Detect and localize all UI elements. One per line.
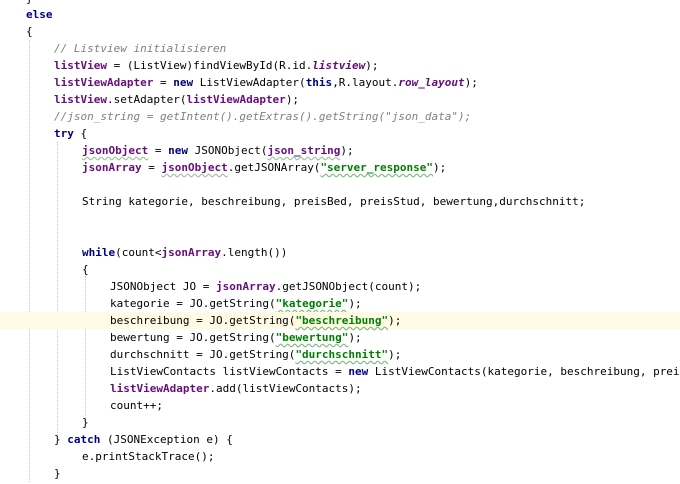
field-ref: listView (54, 93, 107, 106)
code-line[interactable]: JSONObject JO = jsonArray.getJSONObject(… (0, 278, 680, 295)
field-ref: listViewAdapter (110, 382, 210, 395)
comment-text: // Listview initialisieren (54, 42, 227, 55)
code-text: ListViewAdapter( (193, 76, 306, 89)
code-text: ); (340, 144, 354, 157)
code-line[interactable]: listViewAdapter.add(listViewContacts); (0, 380, 680, 397)
code-line[interactable]: bewertung = JO.getString("bewertung"); (0, 329, 680, 346)
code-text: .getJSONArray( (227, 161, 321, 174)
code-text: { (26, 25, 33, 38)
code-text: (count< (115, 246, 162, 259)
string-literal: "bewertung" (275, 331, 349, 344)
code-text: ListViewContacts listViewContacts = (110, 365, 349, 378)
code-line[interactable]: e.printStackTrace(); (0, 448, 680, 465)
field-ref: jsonArray (82, 161, 142, 174)
code-text: ,R.layout. (332, 76, 399, 89)
keyword-new: new (168, 144, 188, 157)
code-line-current[interactable]: beschreibung = JO.getString("beschreibun… (0, 312, 680, 329)
code-line[interactable]: String kategorie, beschreibung, preisBed… (0, 193, 680, 210)
code-text: JSONObject( (187, 144, 268, 157)
code-line[interactable]: jsonArray = jsonObject.getJSONArray("ser… (0, 159, 680, 176)
code-text: ); (464, 76, 478, 89)
code-line[interactable]: jsonObject = new JSONObject(json_string)… (0, 142, 680, 159)
code-line[interactable]: listView = (ListView)findViewById(R.id.l… (0, 57, 680, 74)
code-text: = (ListView)findViewById(R.id. (106, 59, 313, 72)
code-text: } (54, 433, 68, 446)
code-text: = (153, 76, 174, 89)
code-text: = (141, 161, 162, 174)
code-line[interactable]: kategorie = JO.getString("kategorie"); (0, 295, 680, 312)
code-line[interactable]: while(count<jsonArray.length()) (0, 244, 680, 261)
field-ref: listViewAdapter (54, 76, 154, 89)
code-text: .add(listViewContacts); (209, 382, 362, 395)
field-ref: jsonArray (161, 246, 222, 259)
code-text: { (82, 263, 89, 276)
string-literal: "server_response" (320, 161, 434, 174)
comment-text: //json_string = getIntent().getExtras().… (54, 110, 472, 123)
code-text: ); (388, 314, 402, 327)
code-text: = (148, 144, 169, 157)
code-text: e.printStackTrace(); (82, 450, 215, 463)
code-text: ListViewContacts(kategorie, beschreibung… (374, 365, 680, 378)
keyword-else: else (26, 8, 53, 21)
code-text: .getJSONObject(count); (275, 280, 422, 293)
keyword-new: new (348, 365, 369, 378)
code-text: ); (348, 297, 362, 310)
code-text: ); (285, 93, 300, 106)
code-text: bewertung = JO.getString( (110, 331, 276, 344)
field-ref: jsonArray (215, 280, 276, 293)
keyword-try: try (54, 127, 74, 140)
code-line[interactable]: count++; (0, 397, 680, 414)
code-line[interactable]: { (0, 23, 680, 40)
code-text: durchschnitt = JO.getString( (110, 348, 296, 361)
static-field-ref: listview (312, 59, 366, 72)
field-ref: listViewAdapter (186, 93, 286, 106)
code-line[interactable]: //json_string = getIntent().getExtras().… (0, 108, 680, 125)
field-ref: jsonObject (161, 161, 228, 174)
code-text: ); (433, 161, 447, 174)
code-text: ); (388, 348, 402, 361)
code-text: String kategorie, beschreibung, preisBed… (82, 195, 586, 208)
string-literal: "beschreibung" (295, 314, 389, 327)
code-text: (JSONException e) { (100, 433, 233, 446)
code-text: .setAdapter( (106, 93, 187, 106)
code-line[interactable]: // Listview initialisieren (0, 40, 680, 57)
code-text: { (73, 127, 88, 140)
code-text: } (54, 467, 61, 480)
string-literal: "kategorie" (275, 297, 349, 310)
code-line[interactable]: ListViewContacts listViewContacts = new … (0, 363, 680, 380)
code-line[interactable]: listViewAdapter = new ListViewAdapter(th… (0, 74, 680, 91)
static-field-ref: row_layout (398, 76, 465, 89)
code-text: .length()) (221, 246, 288, 259)
code-line[interactable]: { (0, 261, 680, 278)
keyword-this: this (305, 76, 333, 89)
code-editor[interactable]: } else { // Listview initialisieren list… (0, 0, 680, 484)
keyword-new: new (173, 76, 194, 89)
code-text: JSONObject JO = (110, 280, 216, 293)
keyword-catch: catch (67, 433, 101, 446)
code-text: } (82, 416, 89, 429)
code-text: beschreibung = JO.getString( (110, 314, 296, 327)
field-ref: listView (54, 59, 107, 72)
code-text: kategorie = JO.getString( (110, 297, 276, 310)
code-line[interactable]: else (0, 6, 680, 23)
code-text: ); (348, 331, 362, 344)
code-text: ); (365, 59, 379, 72)
field-ref: jsonObject (82, 144, 149, 157)
code-line[interactable]: durchschnitt = JO.getString("durchschnit… (0, 346, 680, 363)
code-line[interactable]: try { (0, 125, 680, 142)
code-line[interactable]: } (0, 465, 680, 482)
code-text: count++; (110, 399, 163, 412)
field-ref: json_string (267, 144, 341, 157)
code-line[interactable]: } (0, 414, 680, 431)
string-literal: "durchschnitt" (295, 348, 389, 361)
code-line[interactable]: listView.setAdapter(listViewAdapter); (0, 91, 680, 108)
keyword-while: while (82, 246, 116, 259)
code-line[interactable]: } catch (JSONException e) { (0, 431, 680, 448)
